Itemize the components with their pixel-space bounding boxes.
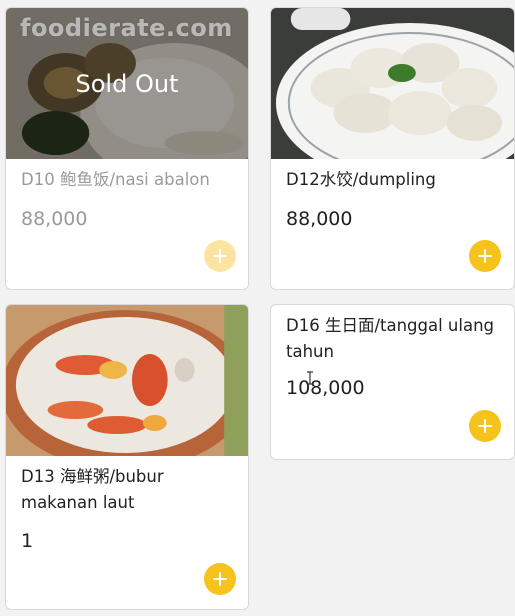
add-to-cart-button[interactable] (469, 410, 501, 442)
menu-card-d13[interactable]: D13 海鲜粥/bubur makanan laut 1 (5, 304, 249, 610)
menu-item-name: D12水饺/dumpling (286, 170, 436, 189)
add-to-cart-button[interactable] (204, 240, 236, 272)
menu-item-price: 88,000 (21, 208, 88, 230)
menu-card-d10[interactable]: Sold Out foodierate.com D10 鲍鱼饭/nasi aba… (5, 7, 249, 290)
menu-item-image (271, 8, 514, 159)
menu-item-price: 88,000 (286, 208, 353, 230)
menu-item-price: 1 (21, 530, 34, 552)
add-to-cart-button[interactable] (204, 563, 236, 595)
sold-out-label: Sold Out (75, 69, 179, 98)
menu-item-name: D16 生日面/tanggal ulang tahun (286, 316, 495, 361)
menu-item-image (6, 305, 248, 456)
watermark: foodierate.com (20, 14, 233, 42)
menu-card-d12[interactable]: D12水饺/dumpling 88,000 (270, 7, 515, 290)
add-to-cart-button[interactable] (469, 240, 501, 272)
text-cursor-icon (306, 371, 314, 388)
menu-item-name: D10 鲍鱼饭/nasi abalon (21, 170, 210, 189)
menu-item-name: D13 海鲜粥/bubur makanan laut (21, 467, 164, 512)
menu-item-price: 108,000 (286, 377, 365, 399)
